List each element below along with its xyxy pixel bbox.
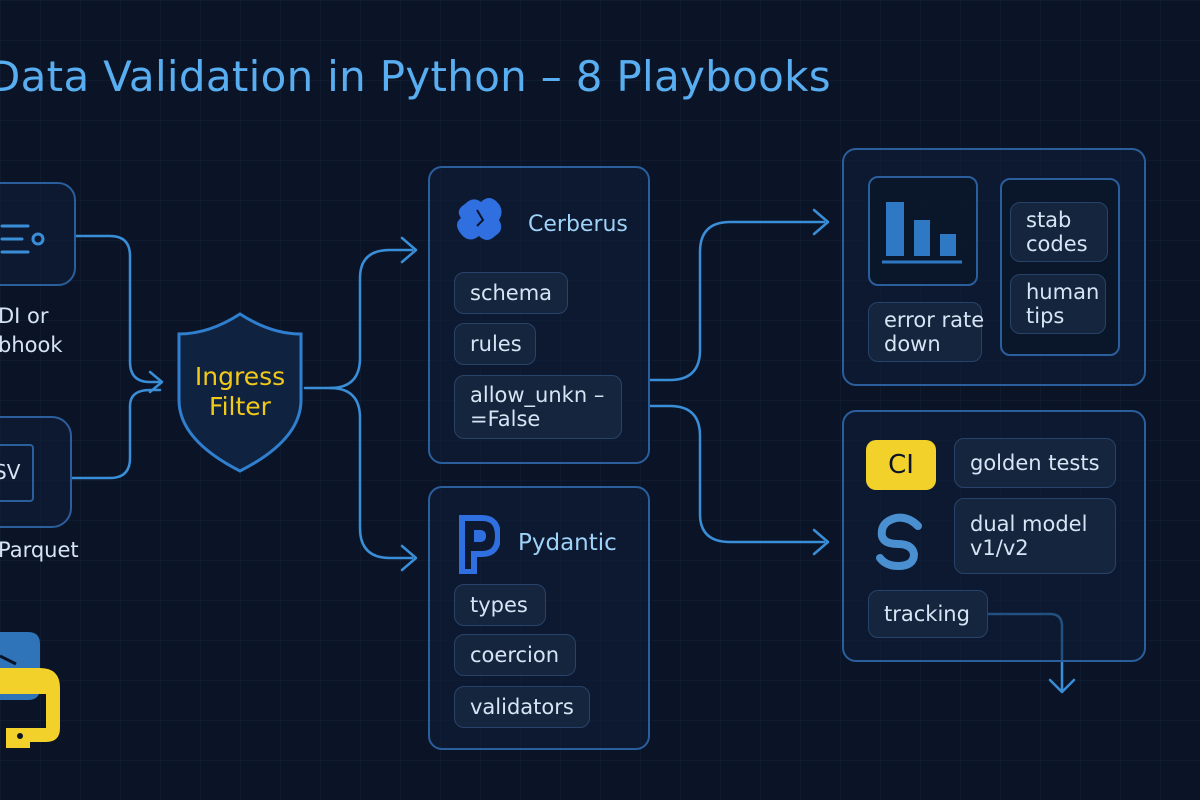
cerberus-logo-icon — [457, 198, 502, 240]
pydantic-logo-icon — [459, 515, 500, 574]
api-source-label: DI or bhook — [0, 304, 63, 357]
pydantic-chip: coercion — [454, 634, 576, 676]
tracking-chip: tracking — [868, 590, 988, 638]
connector-filter-to-pydantic — [328, 386, 414, 560]
pydantic-title: Pydantic — [518, 530, 617, 556]
schema-sync-icon — [876, 513, 922, 570]
file-source-card: SV — [0, 416, 72, 528]
connector-file-to-filter — [70, 388, 162, 480]
pydantic-chip: types — [454, 584, 546, 626]
webhook-icon — [0, 224, 45, 254]
ci-badge: CI — [866, 440, 936, 490]
cerberus-chip: allow_unkn – =False — [454, 375, 622, 439]
connector-filter-to-cerberus — [303, 248, 414, 390]
connector-cerberus-to-ci — [648, 404, 826, 544]
cerberus-chip: schema — [454, 272, 568, 314]
human-tips-chip: human tips — [1010, 274, 1106, 334]
error-rate-chip: error rate down — [868, 302, 984, 362]
stab-codes-chip: stab codes — [1010, 202, 1108, 262]
golden-tests-chip: golden tests — [954, 438, 1116, 488]
python-logo-icon — [0, 632, 60, 748]
dual-model-chip: dual model v1/v2 — [954, 498, 1116, 574]
connector-api-to-filter — [74, 234, 162, 384]
csv-icon-label: SV — [0, 460, 21, 484]
ingress-filter-label: Ingress Filter — [194, 362, 286, 421]
file-source-label: Parquet — [0, 538, 79, 562]
connector-cerberus-to-metrics — [648, 220, 826, 382]
api-source-card — [0, 182, 76, 286]
cerberus-title: Cerberus — [528, 212, 628, 237]
pydantic-chip: validators — [454, 686, 590, 728]
cerberus-chip: rules — [454, 323, 536, 365]
bar-chart-icon — [882, 202, 962, 264]
